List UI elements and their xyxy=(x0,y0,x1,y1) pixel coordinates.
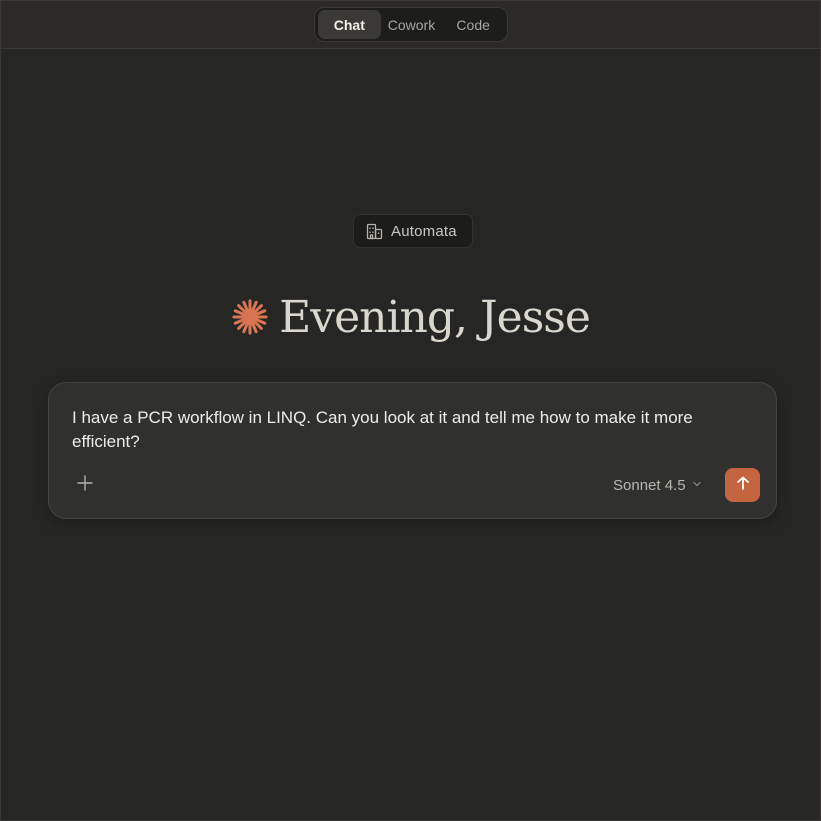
building-icon xyxy=(366,223,383,240)
tab-code[interactable]: Code xyxy=(442,10,504,39)
greeting-text: Evening, Jesse xyxy=(279,291,591,343)
send-button[interactable] xyxy=(725,468,760,502)
add-attachment-button[interactable] xyxy=(71,471,99,499)
organization-selector[interactable]: Automata xyxy=(353,214,473,248)
app-window: Chat Cowork Code Automata Evening, Jesse… xyxy=(0,0,821,821)
mode-switch: Chat Cowork Code xyxy=(314,7,508,42)
model-label: Sonnet 4.5 xyxy=(613,476,686,494)
greeting: Evening, Jesse xyxy=(1,288,820,346)
arrow-up-icon xyxy=(735,475,751,496)
top-bar: Chat Cowork Code xyxy=(1,1,820,49)
model-selector[interactable]: Sonnet 4.5 xyxy=(609,472,706,498)
plus-icon xyxy=(76,474,94,497)
sparkle-icon xyxy=(231,298,269,336)
chat-composer: I have a PCR workflow in LINQ. Can you l… xyxy=(48,382,777,519)
organization-name: Automata xyxy=(391,222,457,240)
message-input[interactable]: I have a PCR workflow in LINQ. Can you l… xyxy=(72,406,752,454)
chevron-down-icon xyxy=(692,476,702,494)
tab-chat[interactable]: Chat xyxy=(318,10,381,39)
tab-cowork[interactable]: Cowork xyxy=(381,10,443,39)
